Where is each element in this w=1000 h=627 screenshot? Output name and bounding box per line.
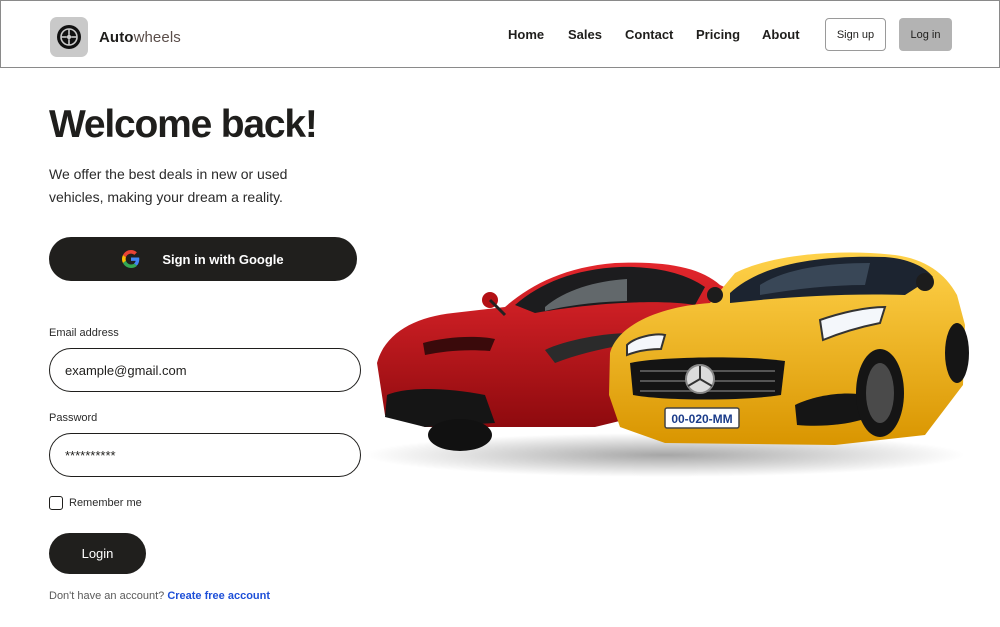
- signup-prompt-text: Don't have an account?: [49, 590, 165, 602]
- nav-link-pricing[interactable]: Pricing: [696, 27, 740, 42]
- google-signin-label: Sign in with Google: [162, 251, 284, 267]
- signup-prompt: Don't have an account? Create free accou…: [49, 590, 270, 602]
- nav-link-sales[interactable]: Sales: [568, 27, 602, 42]
- email-label: Email address: [49, 327, 119, 339]
- email-field[interactable]: [49, 348, 361, 392]
- hero-subtitle: We offer the best deals in new or used v…: [49, 166, 288, 205]
- google-g-icon: [122, 250, 140, 268]
- hero-cars-image: 00-020-MM: [365, 252, 969, 477]
- nav-link-contact[interactable]: Contact: [625, 27, 673, 42]
- page-title: Welcome back!: [49, 103, 318, 146]
- remember-me-row[interactable]: Remember me: [49, 496, 142, 510]
- signup-button[interactable]: Sign up: [825, 18, 886, 51]
- create-account-link[interactable]: Create free account: [167, 590, 270, 602]
- remember-me-checkbox[interactable]: [49, 496, 63, 510]
- google-signin-button[interactable]: Sign in with Google: [49, 237, 357, 281]
- login-button[interactable]: Login: [49, 533, 146, 574]
- password-label: Password: [49, 412, 98, 424]
- nav-link-about[interactable]: About: [762, 27, 800, 42]
- nav-link-home[interactable]: Home: [508, 27, 544, 42]
- license-plate-text: 00-020-MM: [671, 412, 732, 426]
- top-navbar: Autowheels Home Sales Contact Pricing Ab…: [0, 0, 1000, 68]
- password-field[interactable]: [49, 433, 361, 477]
- remember-me-label: Remember me: [69, 497, 142, 509]
- login-nav-button[interactable]: Log in: [899, 18, 952, 51]
